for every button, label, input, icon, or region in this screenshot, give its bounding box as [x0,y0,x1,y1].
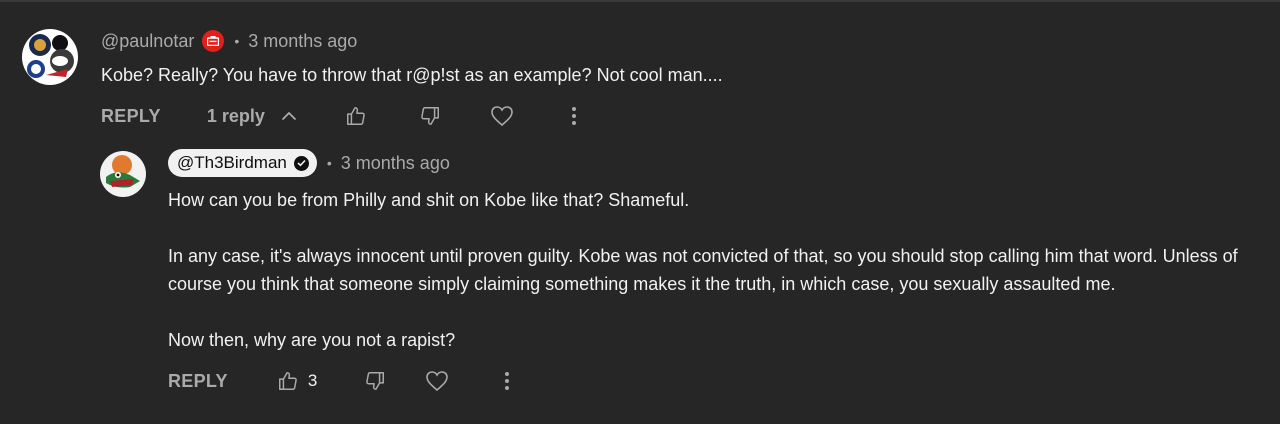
separator-dot: • [326,155,332,171]
like-button[interactable] [274,367,302,395]
reply-header: @Th3Birdman • 3 months ago [168,149,450,177]
more-vert-icon [571,107,576,125]
comment-text: Kobe? Really? You have to throw that r@p… [101,65,723,85]
thumbs-up-icon [346,107,365,125]
reply-paragraph: Now then, why are you not a rapist? [168,330,456,350]
reply-actions: REPLY 3 [168,365,521,397]
member-badge-icon [202,30,225,52]
heart-icon [426,371,449,392]
reply-paragraph: In any case, it's always innocent until … [168,246,1238,266]
dislike-button[interactable] [361,367,389,395]
avatar[interactable] [22,29,78,85]
verified-check-icon [293,155,309,171]
reply-paragraph: course you think that someone simply cla… [168,274,1116,294]
top-divider [0,0,1280,2]
comment-header: @paulnotar • 3 months ago [101,29,357,53]
reply-avatar[interactable] [100,151,146,197]
comment-author[interactable]: @paulnotar [101,31,194,52]
heart-button[interactable] [488,102,516,130]
reply-button[interactable]: REPLY [101,106,161,127]
more-actions-button[interactable] [560,102,588,130]
reply-paragraph: How can you be from Philly and shit on K… [168,190,690,210]
reply-button[interactable]: REPLY [168,371,228,392]
more-vert-icon [505,372,510,390]
thumbs-up-icon [278,372,297,390]
heart-button[interactable] [423,367,451,395]
replies-count-label: 1 reply [206,105,265,126]
dislike-button[interactable] [416,102,444,130]
reply-author-pill[interactable]: @Th3Birdman [168,149,317,177]
heart-icon [491,106,513,127]
like-count: 3 [307,371,318,390]
chevron-up-icon [281,111,297,121]
comment-time[interactable]: 3 months ago [248,31,357,52]
thumbs-down-icon [366,372,385,390]
replies-toggle[interactable]: 1 reply [207,106,297,127]
reply-time[interactable]: 3 months ago [341,153,450,174]
reply-author: @Th3Birdman [177,153,287,172]
thumbs-down-icon [421,107,439,125]
separator-dot: • [234,33,240,49]
more-actions-button[interactable] [493,367,521,395]
comment-actions: REPLY 1 reply [101,100,588,132]
like-button[interactable] [342,102,370,130]
